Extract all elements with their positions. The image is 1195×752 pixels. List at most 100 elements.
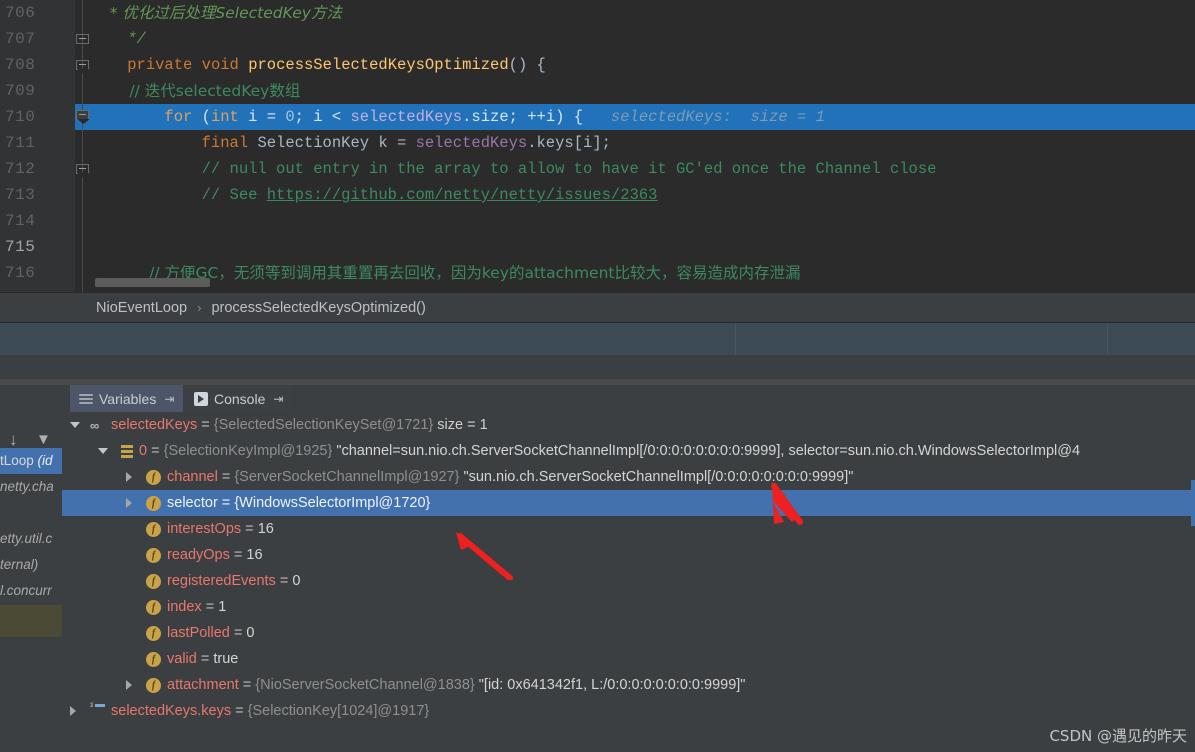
set-icon: ∞ [90,418,99,433]
variable-type: {NioServerSocketChannel@1838} [255,677,475,693]
filter-icon[interactable]: ▼ [36,432,51,447]
code-token: final [201,134,249,152]
frame-item[interactable]: l.concurr [0,578,62,604]
variable-value: "sun.nio.ch.ServerSocketChannelImpl[/0:0… [459,469,854,485]
code-line: // See https://github.com/netty/netty/is… [90,182,1195,208]
code-fold-marker[interactable] [76,60,90,74]
variable-value: 0 [246,625,255,641]
frame-item[interactable]: netty.cha [0,474,62,500]
code-token: // null out entry in the array to allow … [90,160,937,178]
code-token: SelectionKey k = [248,134,416,152]
breadcrumb-item-method[interactable]: processSelectedKeysOptimized() [211,300,425,316]
code-fold-marker[interactable] [76,164,90,178]
code-fold-marker[interactable] [76,34,90,48]
toolbar-segment-right[interactable] [1108,323,1195,356]
editor-gutter[interactable]: 706 707 708 709 710 711 712 713 714 715 … [0,0,75,292]
variable-text: selector = {WindowsSelectorImpl@1720} [167,490,430,516]
frame-item-selected[interactable]: tLoop (id [0,448,62,474]
chevron-right-icon[interactable] [126,472,132,482]
field-icon: f [146,574,161,589]
code-editor[interactable]: 706 707 708 709 710 711 712 713 714 715 … [0,0,1195,292]
chevron-down-icon[interactable] [70,422,80,428]
variable-equals: = [197,417,214,433]
pin-icon[interactable]: ⇥ [273,392,283,406]
variable-equals: = [201,599,219,615]
variable-row[interactable]: f valid = true [62,646,1195,672]
chevron-right-icon[interactable] [126,498,132,508]
variable-row[interactable]: 1 2 3 selectedKeys.keys = {SelectionKey[102… [62,698,1195,724]
code-token: // See [90,186,267,204]
code-token: private [127,56,193,74]
debugger-toolbar-strip[interactable] [0,322,1195,357]
code-fold-marker-current[interactable] [76,110,90,124]
code-token: int [210,108,239,126]
code-token: .keys[ [527,134,584,152]
line-number: 707 [5,30,36,48]
idea-debugger-window: 706 707 708 709 710 711 712 713 714 715 … [0,0,1195,752]
variable-type: {SelectionKey[1024]@1917} [247,703,430,719]
chevron-right-icon[interactable] [70,706,76,716]
field-icon: f [146,522,161,537]
variable-name: selectedKeys.keys [111,703,232,719]
variable-text: lastPolled = 0 [167,620,254,646]
variable-row[interactable]: f readyOps = 16 [62,542,1195,568]
code-text-area[interactable]: * 优化过后处理SelectedKey方法 */ private void pr… [90,0,1195,292]
variable-value: 0 [292,573,301,589]
code-token: void [201,56,239,74]
variable-row[interactable]: f registeredEvents = 0 [62,568,1195,594]
variable-row[interactable]: f attachment = {NioServerSocketChannel@18… [62,672,1195,698]
chevron-right-icon[interactable] [126,680,132,690]
field-icon: f [146,470,161,485]
variable-row[interactable]: f index = 1 [62,594,1195,620]
variable-value: "channel=sun.nio.ch.ServerSocketChannelI… [332,443,1081,459]
code-token: () { [508,56,546,74]
variable-equals: = [147,443,164,459]
chevron-down-icon[interactable] [98,448,108,454]
variable-equals: = [275,573,293,589]
variable-row[interactable]: ∞ selectedKeys = {SelectedSelectionKeySet… [62,412,1195,438]
field-icon: f [146,600,161,615]
vars-scroll-marker[interactable] [1191,480,1195,526]
variable-equals: = [238,677,256,693]
frame-label: tLoop [0,453,34,468]
variable-equals: = [241,521,258,537]
variable-name: lastPolled [167,625,230,641]
code-token: 0 [285,108,295,126]
field-icon: f [146,678,161,693]
variable-name: selector [167,495,218,511]
variable-row[interactable]: f lastPolled = 0 [62,620,1195,646]
toolbar-segment-left[interactable] [0,323,736,356]
variable-text: selectedKeys.keys = {SelectionKey[1024]@… [111,698,429,724]
frames-highlight-band [0,605,62,637]
code-token: ( [192,108,211,126]
variables-tree[interactable]: ∞ selectedKeys = {SelectedSelectionKeySet… [62,412,1195,752]
code-token: * 优化过后处理SelectedKey方法 [90,4,342,22]
variable-row[interactable]: f interestOps = 16 [62,516,1195,542]
variable-equals: = [229,625,247,641]
pin-icon[interactable]: ⇥ [164,392,174,406]
line-number-current: 715 [5,238,36,256]
variable-name: 0 [139,443,148,459]
toolbar-segment-mid[interactable] [736,323,1108,356]
variable-row-selected[interactable]: f selector = {WindowsSelectorImpl@1720} [62,490,1195,516]
tab-variables[interactable]: Variables ⇥ [70,385,184,412]
frame-item[interactable]: etty.util.c [0,526,62,552]
frame-item[interactable]: ternal) [0,552,62,578]
list-icon [118,444,133,459]
variable-equals: = [217,495,235,511]
editor-horizontal-scrollbar[interactable] [95,278,210,287]
debugger-tabbar[interactable]: Variables ⇥ Console ⇥ [0,385,1195,412]
variable-row[interactable]: 0 = {SelectionKeyImpl@1925} "channel=sun… [62,438,1195,464]
variable-value: 16 [257,521,274,537]
step-down-icon[interactable]: ↓ [9,431,18,448]
breadcrumb-item-class[interactable]: NioEventLoop [96,300,187,316]
variable-row[interactable]: f channel = {ServerSocketChannelImpl@1927… [62,464,1195,490]
variable-name: readyOps [167,547,230,563]
tab-console[interactable]: Console ⇥ [185,385,293,412]
frame-item[interactable] [0,500,62,526]
variable-equals: = [231,703,248,719]
frame-suffix: (id [33,453,53,468]
